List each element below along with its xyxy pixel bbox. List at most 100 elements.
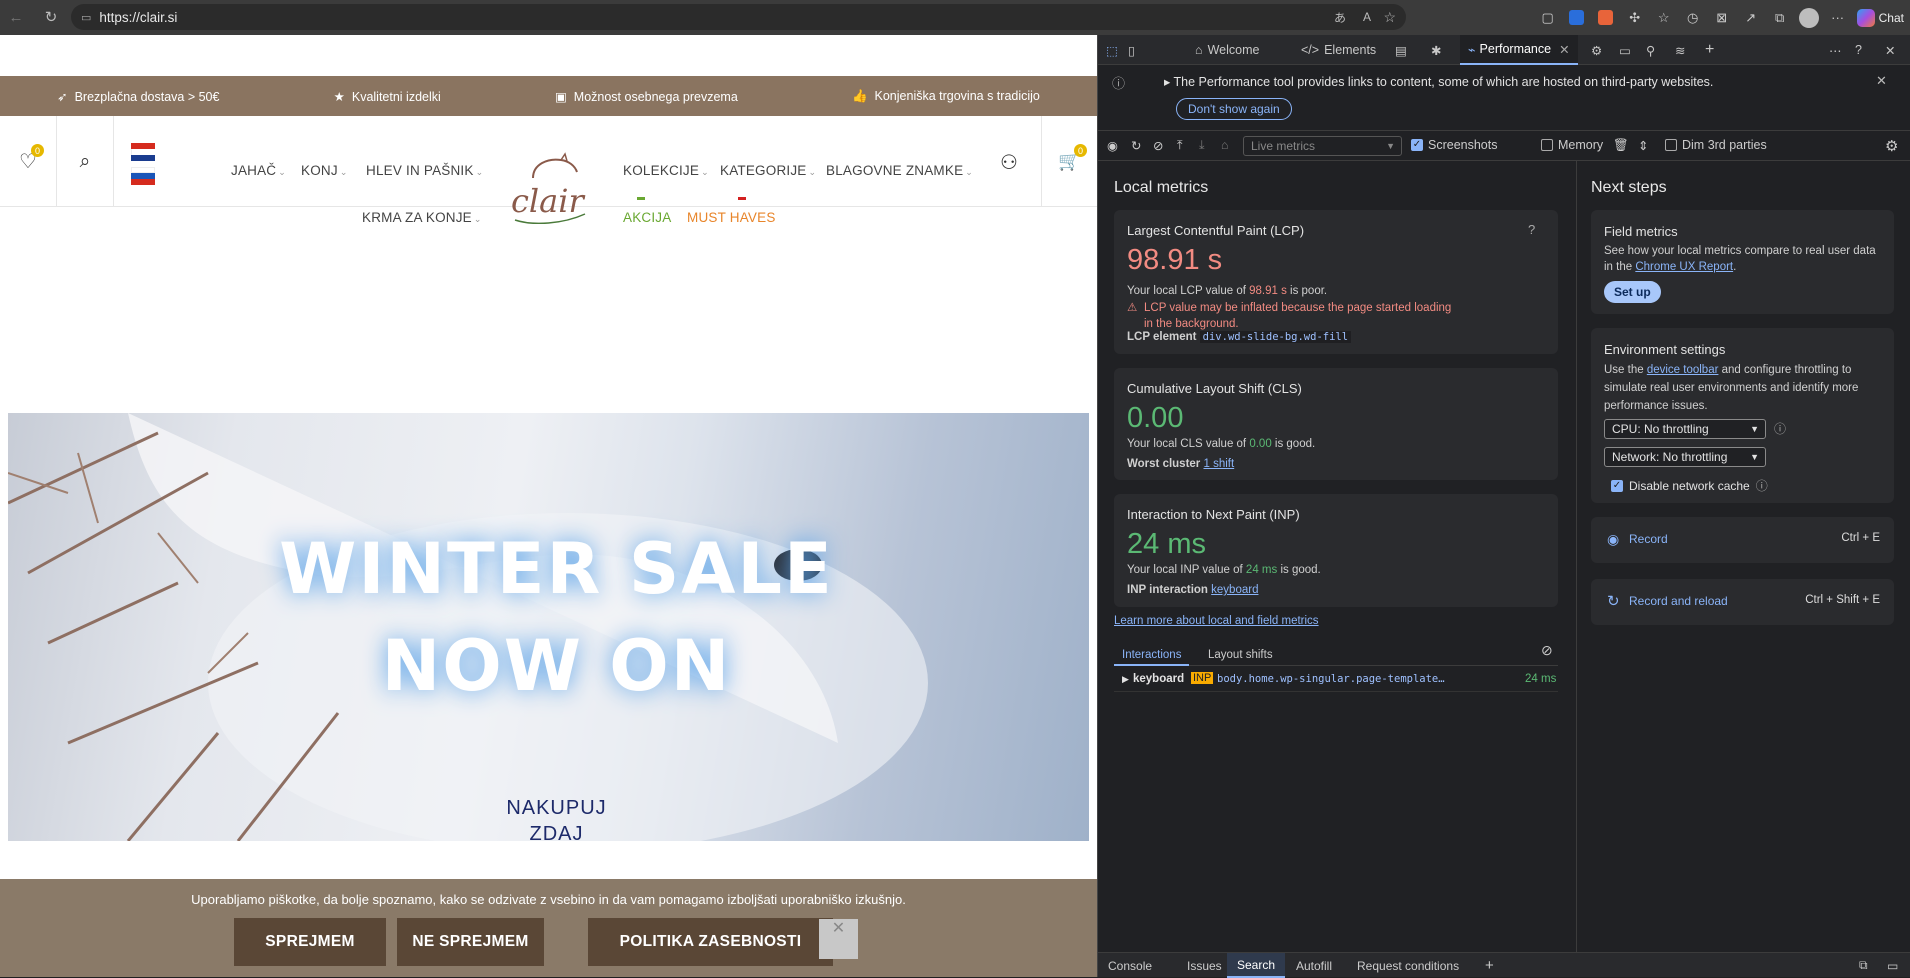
split-screen-icon[interactable]: ▢	[1538, 8, 1558, 28]
application-icon[interactable]: ▭	[1619, 35, 1631, 65]
nav-hlev[interactable]: HLEV IN PAŠNIK ⌄	[366, 163, 483, 178]
help-circle-icon[interactable]: ?	[1528, 222, 1535, 237]
tab-autofill[interactable]: Autofill	[1296, 953, 1332, 978]
device-toolbar-icon[interactable]: ▯	[1128, 35, 1135, 65]
live-metrics-select[interactable]: Live metrics ▼	[1243, 136, 1402, 156]
flag-slovenia[interactable]	[131, 167, 155, 185]
memory-tab-icon[interactable]: ⚲	[1646, 35, 1655, 65]
privacy-policy-button[interactable]: POLITIKA ZASEBNOSTI	[588, 918, 833, 966]
clear-icon[interactable]: ⊘	[1153, 138, 1163, 153]
tab-performance[interactable]: ⌁ Performance ✕	[1460, 35, 1578, 65]
expand-triangle-icon[interactable]: ▶	[1122, 674, 1129, 685]
tab-elements[interactable]: </> Elements	[1301, 35, 1376, 65]
profile-avatar[interactable]	[1798, 7, 1819, 28]
back-icon[interactable]: ←	[5, 6, 27, 28]
crux-link[interactable]: Chrome UX Report	[1635, 261, 1733, 273]
inp-interaction-link[interactable]: keyboard	[1211, 584, 1258, 596]
collapse-icon[interactable]: ⇕	[1638, 138, 1648, 153]
clair-logo[interactable]: clair	[503, 152, 593, 225]
flag-croatia[interactable]	[131, 143, 155, 161]
device-toolbar-link[interactable]: device toolbar	[1647, 364, 1719, 376]
cpu-throttling-select[interactable]: CPU: No throttling ▼	[1604, 419, 1766, 439]
network-throttling-select[interactable]: Network: No throttling ▼	[1604, 447, 1766, 467]
wishlist-button[interactable]: ♡ 0	[0, 116, 57, 207]
hero-cta-line2[interactable]: ZDAJ	[8, 823, 1089, 841]
dont-show-again-button[interactable]: Don't show again	[1176, 98, 1292, 120]
hero-slide[interactable]: WINTER SALE NOW ON NAKUPUJ ZDAJ	[8, 413, 1089, 841]
dock-icon[interactable]: ⧉	[1859, 953, 1868, 978]
record-icon[interactable]: ◉	[1107, 138, 1118, 153]
cache-info-icon[interactable]: ⓘ	[1756, 477, 1768, 494]
wifi-icon[interactable]: ≋	[1675, 35, 1685, 65]
screenshots-checkbox[interactable]: ✓ Screenshots	[1411, 138, 1497, 152]
copilot-chat-button[interactable]: Chat	[1856, 8, 1904, 27]
tab-search[interactable]: Search	[1227, 953, 1286, 978]
cart-button[interactable]: 🛒 0	[1041, 116, 1097, 207]
read-aloud-icon[interactable]: A	[1363, 10, 1371, 24]
extension-blue-icon[interactable]	[1567, 8, 1587, 28]
more-tools-icon[interactable]: ⋯	[1829, 35, 1842, 65]
help-icon[interactable]: ?	[1855, 35, 1862, 65]
capture-settings-gear-icon[interactable]: ⚙	[1885, 137, 1898, 155]
close-tab-icon[interactable]: ✕	[1559, 42, 1569, 57]
download-icon[interactable]: ⤓	[1199, 138, 1205, 153]
reject-cookies-button[interactable]: NE SPREJMEM	[397, 918, 544, 966]
reload-record-icon[interactable]: ↻	[1131, 138, 1141, 153]
share-icon[interactable]: ↗	[1741, 8, 1761, 28]
tab-layout-shifts[interactable]: Layout shifts	[1208, 646, 1273, 664]
worst-cluster-link[interactable]: 1 shift	[1203, 458, 1234, 470]
nav-kategorije[interactable]: KATEGORIJE ⌄	[720, 163, 816, 178]
cpu-info-icon[interactable]: ⓘ	[1774, 420, 1786, 437]
memory-checkbox[interactable]: Memory	[1541, 138, 1603, 152]
dim-3rd-parties-checkbox[interactable]: Dim 3rd parties	[1665, 138, 1767, 152]
collections-icon[interactable]: ⧉	[1770, 8, 1790, 28]
nav-krma[interactable]: KRMA ZA KONJE ⌄	[362, 210, 482, 225]
reload-icon[interactable]: ↻	[40, 6, 62, 28]
learn-more-link[interactable]: Learn more about local and field metrics	[1114, 613, 1319, 629]
upload-icon[interactable]: ⤒	[1177, 138, 1183, 153]
extensions-puzzle-icon[interactable]: ✣	[1625, 8, 1645, 28]
address-bar[interactable]: ▭ https://clair.si あ A ☆	[71, 4, 1406, 30]
translate-icon[interactable]: あ	[1334, 9, 1346, 26]
cookie-close-icon[interactable]: ✕	[819, 919, 858, 959]
interaction-row[interactable]: ▶ keyboard INP body.home.wp-singular.pag…	[1114, 670, 1558, 692]
favorites-icon[interactable]: ☆	[1654, 8, 1674, 28]
account-icon[interactable]: ⚇	[1000, 150, 1018, 175]
favorite-star-icon[interactable]: ☆	[1383, 9, 1396, 26]
info-close-icon[interactable]: ✕	[1876, 73, 1887, 89]
tab-interactions[interactable]: Interactions	[1114, 646, 1190, 666]
nav-konj[interactable]: KONJ ⌄	[301, 163, 348, 178]
tab-welcome[interactable]: ⌂ Welcome	[1195, 35, 1259, 65]
set-up-button[interactable]: Set up	[1604, 281, 1661, 303]
site-info-icon[interactable]: ▭	[81, 11, 91, 24]
tab-issues[interactable]: Issues	[1187, 953, 1222, 978]
search-button[interactable]: ⌕	[57, 116, 114, 207]
nav-kolekcije[interactable]: KOLEKCIJE ⌄	[623, 163, 709, 178]
trash-icon[interactable]: 🗑	[1613, 138, 1629, 153]
more-menu-icon[interactable]: ···	[1828, 8, 1848, 28]
inspect-icon[interactable]: ⬚	[1106, 35, 1118, 65]
screenshot-icon[interactable]: ⊠	[1712, 8, 1732, 28]
clear-interactions-icon[interactable]: ⊘	[1541, 642, 1553, 659]
tab-console[interactable]: Console	[1108, 953, 1152, 978]
tab-request-conditions[interactable]: Request conditions	[1357, 953, 1459, 978]
extension-orange-icon[interactable]	[1596, 8, 1616, 28]
nav-blagovne-znamke[interactable]: BLAGOVNE ZNAMKE ⌄	[826, 163, 973, 178]
add-tab-icon[interactable]: +	[1705, 35, 1714, 65]
nav-akcija[interactable]: AKCIJA	[623, 210, 671, 225]
record-card[interactable]: ◉ Record Ctrl + E	[1591, 517, 1894, 563]
record-reload-card[interactable]: ↻ Record and reload Ctrl + Shift + E	[1591, 579, 1894, 625]
nav-jahac[interactable]: JAHAČ ⌄	[231, 163, 286, 178]
close-devtools-icon[interactable]: ✕	[1885, 35, 1895, 65]
bug-icon[interactable]: ✱	[1431, 35, 1441, 65]
network-icon[interactable]: ▤	[1395, 35, 1407, 65]
disable-cache-checkbox[interactable]: ✓ Disable network cache ⓘ	[1611, 477, 1768, 494]
add-drawer-tab-icon[interactable]: +	[1485, 953, 1494, 978]
settings-gear-tab-icon[interactable]: ⚙	[1591, 35, 1602, 65]
nav-must-haves[interactable]: MUST HAVES	[687, 210, 776, 225]
close-drawer-icon[interactable]: ▭	[1887, 953, 1898, 978]
hero-cta-line1[interactable]: NAKUPUJ	[8, 797, 1089, 820]
home-toolbar-icon[interactable]: ⌂	[1221, 138, 1229, 152]
accept-cookies-button[interactable]: SPREJMEM	[234, 918, 386, 966]
history-icon[interactable]: ◷	[1683, 8, 1703, 28]
